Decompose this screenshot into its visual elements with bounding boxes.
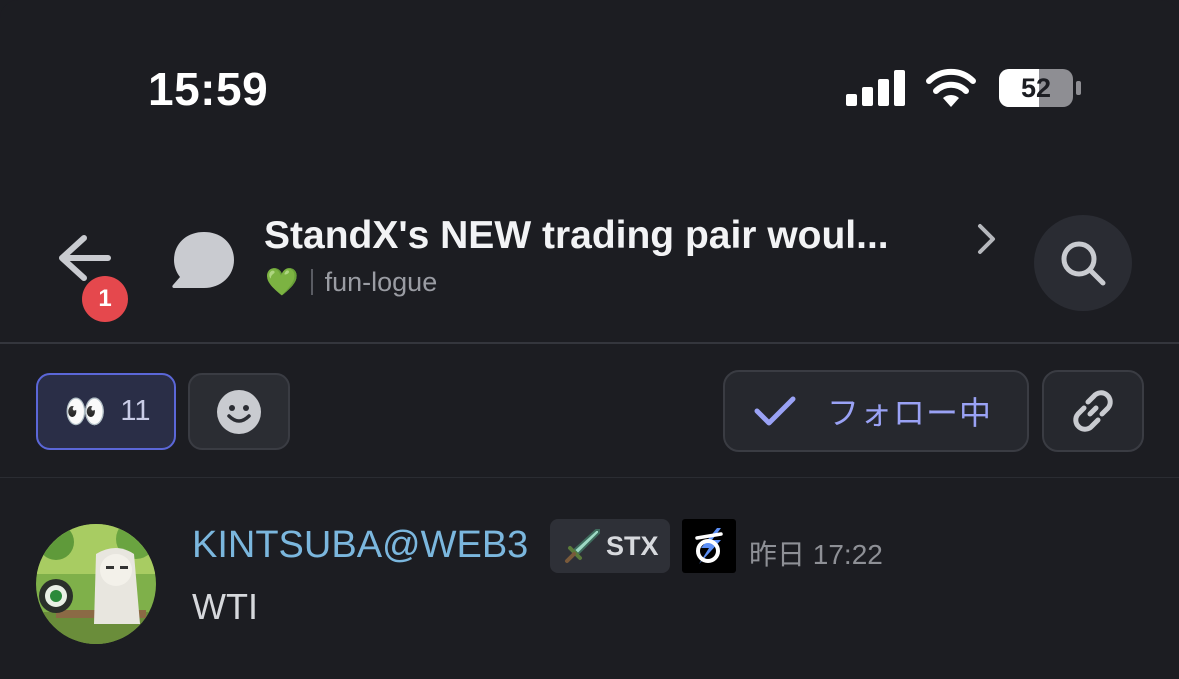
reaction-count: 11	[120, 395, 151, 427]
add-reaction-button[interactable]	[188, 373, 290, 450]
thread-subtitle[interactable]: 💚 fun-logue	[265, 266, 437, 298]
search-button[interactable]	[1034, 215, 1132, 311]
chevron-right-icon[interactable]	[972, 222, 1000, 256]
following-button[interactable]: フォロー中	[723, 370, 1029, 452]
speech-bubble-icon	[172, 232, 234, 288]
cellular-signal-icon	[846, 70, 905, 106]
reaction-eyes[interactable]: 👀 11	[36, 373, 176, 450]
sword-icon	[565, 529, 600, 563]
separator	[310, 269, 313, 295]
search-icon	[1061, 241, 1106, 286]
role-badge-text: STX	[606, 530, 659, 561]
battery-icon: 52	[998, 68, 1082, 108]
thread-title[interactable]: StandX's NEW trading pair woul...	[264, 214, 889, 258]
message-timestamp: 昨日 17:22	[749, 539, 883, 570]
check-icon	[754, 396, 796, 426]
status-time: 15:59	[148, 63, 269, 115]
channel-name: fun-logue	[324, 266, 438, 297]
heart-emoji: 💚	[265, 267, 299, 297]
server-logo-icon[interactable]	[682, 519, 736, 573]
header-divider	[0, 342, 1179, 344]
following-label: フォロー中	[827, 395, 993, 431]
wifi-icon	[926, 68, 976, 107]
battery-level: 52	[1020, 72, 1052, 103]
actions-divider	[0, 477, 1179, 478]
username[interactable]: KINTSUBA@WEB3	[192, 524, 528, 567]
thread-screen: 15:59 52 1 StandX's NEW trading pair wou…	[0, 0, 1179, 679]
smiley-icon	[217, 389, 261, 434]
message-content: WTI	[192, 586, 258, 627]
avatar[interactable]	[36, 524, 156, 644]
eyes-emoji: 👀	[64, 392, 107, 431]
unread-badge: 1	[82, 276, 128, 322]
link-icon	[1073, 390, 1113, 432]
copy-link-button[interactable]	[1042, 370, 1144, 452]
role-badge[interactable]: STX	[550, 519, 670, 573]
